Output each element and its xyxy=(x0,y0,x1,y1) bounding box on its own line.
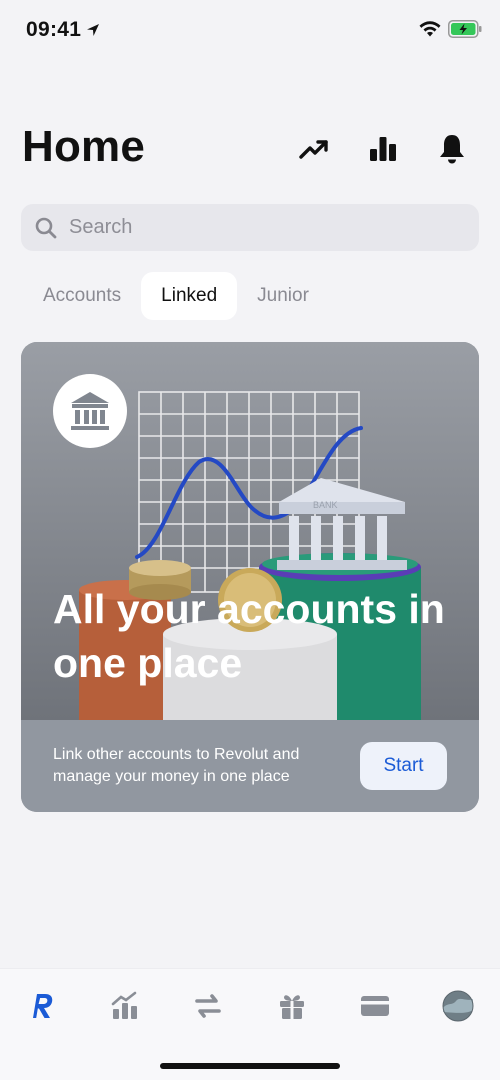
card-footer: Link other accounts to Revolut and manag… xyxy=(21,720,479,812)
tab-junior[interactable]: Junior xyxy=(237,272,329,320)
wifi-icon xyxy=(419,21,441,37)
status-bar: 09:41 xyxy=(0,0,500,60)
revolut-logo-icon[interactable] xyxy=(24,989,58,1023)
tab-accounts[interactable]: Accounts xyxy=(23,272,141,320)
search-input[interactable] xyxy=(69,216,449,239)
page-title: Home xyxy=(22,122,146,171)
search-icon xyxy=(35,217,57,238)
start-button[interactable]: Start xyxy=(360,742,447,790)
stocks-icon[interactable] xyxy=(108,989,142,1023)
transfer-icon[interactable] xyxy=(191,989,225,1023)
linked-accounts-card[interactable]: BANK All your accounts in one place Link… xyxy=(21,342,479,812)
profile-avatar[interactable] xyxy=(441,989,475,1023)
bar-chart-icon[interactable] xyxy=(366,132,400,166)
account-tabs: Accounts Linked Junior xyxy=(23,272,329,320)
gift-icon[interactable] xyxy=(275,989,309,1023)
trending-up-icon[interactable] xyxy=(297,132,331,166)
card-title: All your accounts in one place xyxy=(53,586,445,686)
card-icon[interactable] xyxy=(358,989,392,1023)
search-bar[interactable] xyxy=(21,204,479,251)
bank-sign: BANK xyxy=(313,500,338,510)
card-description: Link other accounts to Revolut and manag… xyxy=(53,746,300,785)
bell-icon[interactable] xyxy=(435,132,469,166)
location-arrow-icon xyxy=(87,24,99,36)
status-time: 09:41 xyxy=(26,18,82,41)
tab-linked[interactable]: Linked xyxy=(141,272,238,320)
battery-icon xyxy=(448,20,482,38)
home-indicator xyxy=(160,1063,340,1069)
